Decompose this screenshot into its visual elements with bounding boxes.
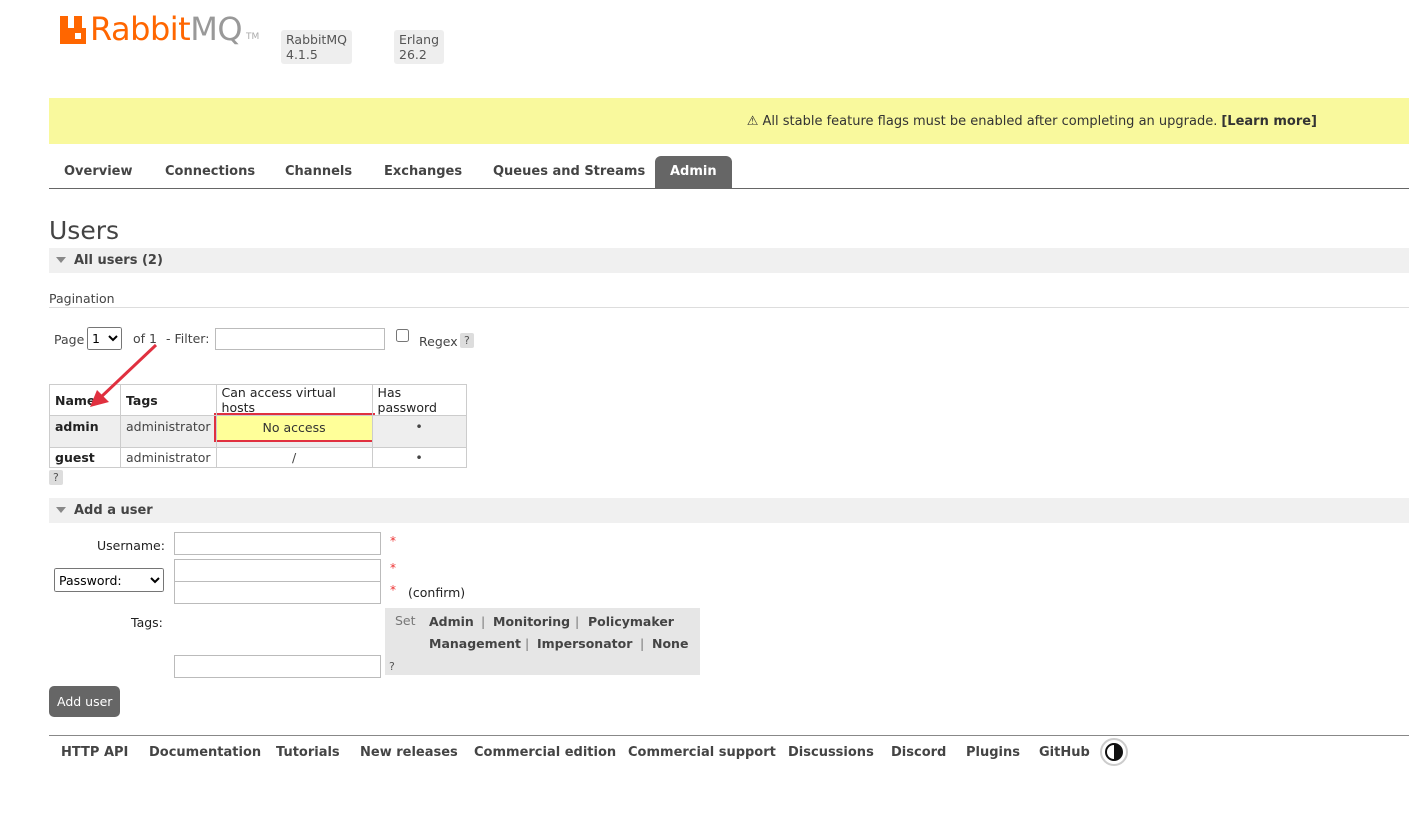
erlang-badge: Erlang 26.2 [394,30,445,64]
users-table: Name Tags Can access virtual hosts Has p… [49,384,467,468]
regex-help[interactable]: ? [460,333,474,348]
set-label: Set [395,613,416,628]
footer-link-github[interactable]: GitHub [1039,745,1090,760]
tab-connections[interactable]: Connections [165,155,255,188]
password-type-select[interactable]: Password: [54,568,164,592]
tag-option-impersonator[interactable]: Impersonator [537,636,632,651]
footer-link-commercial-edition[interactable]: Commercial edition [474,745,616,760]
required-marker: * [390,583,396,597]
tag-option-management[interactable]: Management [429,636,521,651]
tab-admin[interactable]: Admin [655,156,732,188]
version-badge: RabbitMQ 4.1.5 [281,30,352,64]
tag-option-policymaker[interactable]: Policymaker [588,614,674,629]
banner-message: ⚠ All stable feature flags must be enabl… [746,114,1218,129]
footer-link-plugins[interactable]: Plugins [966,745,1020,760]
regex-label: Regex [419,334,458,349]
footer-link-new-releases[interactable]: New releases [360,745,458,760]
add-user-section-toggle[interactable]: Add a user [49,498,1409,523]
tag-separator: | [575,614,580,629]
all-users-label: All users (2) [74,253,163,268]
tab-overview[interactable]: Overview [64,155,133,188]
user-has-password: • [371,415,467,448]
username-input[interactable] [174,532,381,555]
page-label: Page [54,332,85,347]
tag-option-admin[interactable]: Admin [429,614,474,629]
no-access-highlight: No access [213,413,375,442]
filter-input[interactable] [215,328,385,350]
learn-more-link[interactable]: [Learn more] [1221,114,1317,129]
password-confirm-input[interactable] [174,581,381,604]
footer-link-tutorials[interactable]: Tutorials [276,745,340,760]
tab-queues-and-streams[interactable]: Queues and Streams [493,155,645,188]
tag-separator: | [640,636,645,651]
page-select[interactable]: 1 [87,327,122,350]
page-title: Users [49,216,120,245]
pagination-title: Pagination [49,291,115,306]
column-header-tags[interactable]: Tags [120,384,217,416]
username-label: Username: [97,538,165,553]
table-row: admin administrator No access • [49,413,467,448]
pagination-divider [49,307,1409,308]
feature-flag-banner: ⚠ All stable feature flags must be enabl… [49,98,1409,144]
logo-text: RabbitMQ [90,10,242,48]
footer-link-documentation[interactable]: Documentation [149,745,261,760]
footer-link-discord[interactable]: Discord [891,745,946,760]
tag-separator: | [481,614,486,629]
tags-help[interactable]: ? [389,660,395,673]
all-users-section-toggle[interactable]: All users (2) [49,248,1409,273]
confirm-label: (confirm) [408,585,466,600]
rabbitmq-logo[interactable]: RabbitMQ TM [60,10,260,48]
column-header-vhosts: Can access virtual hosts [215,384,373,416]
collapse-triangle-icon [56,507,66,513]
column-header-has-password: Has password [371,384,467,416]
tags-label: Tags: [131,615,163,630]
user-tags: administrator [120,415,217,448]
rabbitmq-logo-icon [60,16,86,44]
users-help[interactable]: ? [49,470,63,485]
tag-option-monitoring[interactable]: Monitoring [493,614,570,629]
regex-checkbox[interactable] [396,329,409,342]
filter-label: - Filter: [166,331,210,346]
logo-trademark: TM [246,32,260,42]
footer-link-discussions[interactable]: Discussions [788,745,874,760]
password-input[interactable] [174,559,381,582]
user-name-link[interactable]: admin [49,415,121,448]
table-row: guest administrator / • [49,447,467,468]
tag-separator: | [525,636,530,651]
user-name-link[interactable]: guest [49,447,121,468]
user-vhosts-cell: No access [213,413,375,448]
required-marker: * [390,561,396,575]
add-user-button[interactable]: Add user [49,686,121,717]
tab-channels[interactable]: Channels [285,155,352,188]
theme-toggle-icon[interactable] [1100,738,1128,766]
page-count: of 1 [133,331,157,346]
footer: HTTP API Documentation Tutorials New rel… [49,735,1409,776]
footer-link-commercial-support[interactable]: Commercial support [628,745,776,760]
tags-shortcut-panel: Set Admin | Monitoring | Policymaker Man… [385,608,700,675]
table-header-row: Name Tags Can access virtual hosts Has p… [49,384,467,416]
user-has-password: • [371,447,467,468]
tag-option-none[interactable]: None [652,636,688,651]
required-marker: * [390,534,396,548]
footer-link-http-api[interactable]: HTTP API [61,745,128,760]
user-tags: administrator [120,447,217,468]
tab-exchanges[interactable]: Exchanges [384,155,462,188]
user-vhosts: / [215,447,373,468]
column-header-name[interactable]: Name [49,384,121,416]
tags-input[interactable] [174,655,381,678]
collapse-triangle-icon [56,257,66,263]
add-user-label: Add a user [74,503,153,518]
main-nav-tabs: Overview Connections Channels Exchanges … [49,155,1409,189]
